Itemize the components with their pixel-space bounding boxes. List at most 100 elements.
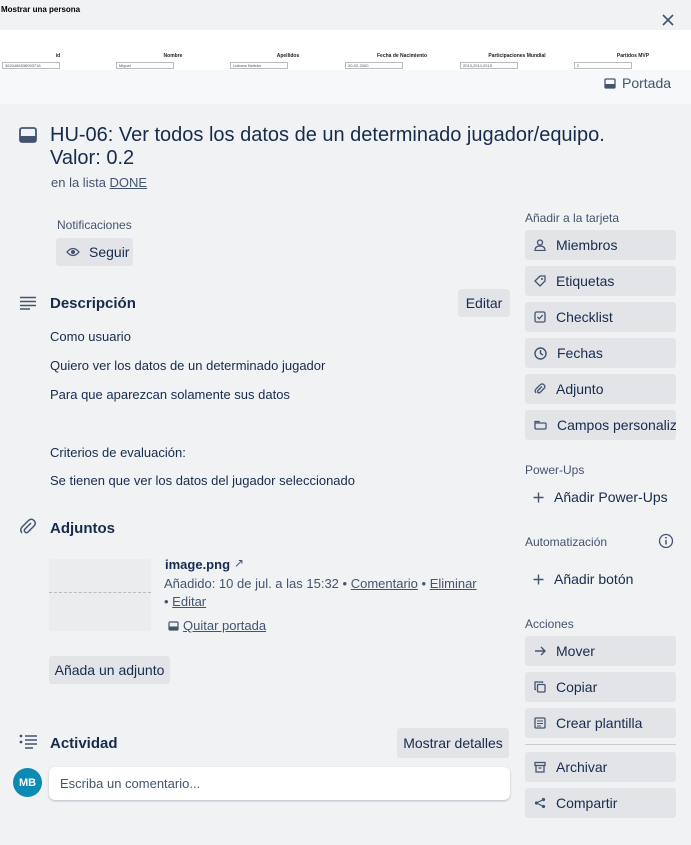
arrow-right-icon	[534, 646, 546, 656]
actions-label: Acciones	[525, 617, 574, 631]
add-button-button[interactable]: Añadir botón	[525, 564, 676, 594]
labels-button[interactable]: Etiquetas	[525, 266, 676, 296]
cover-cell-participaciones: 2013,2014,2015	[460, 62, 518, 69]
list-prefix: en la lista	[51, 175, 106, 190]
card-cover: Mostrar una persona id Nombre Apellidos …	[0, 0, 691, 104]
share-icon	[534, 797, 546, 809]
automation-label: Automatización	[525, 535, 608, 549]
cover-button-label: Portada	[622, 75, 672, 91]
add-to-card-label: Añadir a la tarjeta	[525, 211, 620, 225]
info-icon[interactable]	[658, 533, 674, 549]
custom-fields-icon	[534, 420, 547, 430]
cover-button[interactable]: Portada	[604, 72, 671, 94]
person-icon	[534, 239, 546, 251]
cover-col-id: id	[55, 53, 61, 59]
attachment-meta: Añadido: 10 de jul. a las 15:32 • Coment…	[164, 576, 477, 609]
labels-label: Etiquetas	[556, 273, 615, 289]
plus-icon	[533, 492, 544, 503]
cover-icon	[168, 620, 179, 631]
add-powerups-button[interactable]: Añadir Power-Ups	[525, 482, 676, 512]
list-info: en la lista DONE	[51, 175, 147, 190]
checklist-button[interactable]: Checklist	[525, 302, 676, 332]
archive-label: Archivar	[556, 759, 608, 775]
create-template-button[interactable]: Crear plantilla	[525, 708, 676, 738]
template-icon	[534, 717, 546, 729]
remove-cover-link[interactable]: Quitar portada	[168, 618, 266, 633]
cover-col-apellidos: Apellidos	[276, 53, 300, 59]
avatar[interactable]: MB	[13, 768, 42, 797]
card-title[interactable]: HU-06: Ver todos los datos de un determi…	[50, 124, 640, 170]
cover-strip	[0, 70, 691, 104]
plus-icon	[533, 574, 544, 585]
activity-heading: Actividad	[50, 735, 118, 752]
attachment-thumbnail[interactable]	[49, 559, 151, 631]
dates-button[interactable]: Fechas	[525, 338, 676, 368]
attachment-delete-link[interactable]: Eliminar	[430, 576, 477, 591]
add-powerups-label: Añadir Power-Ups	[554, 489, 668, 505]
notifications-label: Notificaciones	[57, 218, 132, 232]
eye-icon	[66, 247, 80, 257]
actions-divider	[525, 744, 676, 745]
card-icon	[19, 127, 37, 143]
cover-col-nombre: Nombre	[163, 53, 183, 59]
list-link[interactable]: DONE	[110, 175, 148, 190]
members-button[interactable]: Miembros	[525, 230, 676, 260]
copy-icon	[534, 681, 546, 693]
close-icon	[661, 13, 675, 27]
cover-col-participaciones: Participaciones Mundial	[488, 53, 546, 59]
description-line: Criterios de evaluación:	[50, 445, 186, 460]
copy-label: Copiar	[556, 679, 598, 695]
copy-button[interactable]: Copiar	[525, 672, 676, 702]
description-icon	[19, 296, 37, 310]
attachment-button[interactable]: Adjunto	[525, 374, 676, 404]
tag-icon	[534, 275, 546, 287]
cover-cell-id: 3620486536093716	[2, 62, 60, 69]
follow-label: Seguir	[89, 244, 130, 260]
attachment-name[interactable]: image.png	[165, 557, 230, 572]
custom-fields-button[interactable]: Campos personaliza...	[525, 410, 676, 440]
custom-fields-label: Campos personaliza...	[557, 417, 676, 433]
attachment-edit-link[interactable]: Editar	[172, 594, 206, 609]
show-details-label: Mostrar detalles	[403, 735, 503, 751]
checkbox-icon	[534, 311, 546, 323]
close-button[interactable]	[654, 6, 682, 34]
attachments-heading: Adjuntos	[50, 520, 115, 537]
attachment-label: Adjunto	[556, 381, 604, 397]
cover-cell-apellidos: Lizbano Beltrán	[230, 62, 288, 69]
archive-button[interactable]: Archivar	[525, 752, 676, 782]
checklist-label: Checklist	[556, 309, 613, 325]
paperclip-icon	[19, 518, 37, 536]
members-label: Miembros	[556, 237, 618, 253]
paperclip-icon	[534, 382, 546, 396]
description-line: Quiero ver los datos de un determinado j…	[50, 358, 326, 373]
archive-icon	[534, 761, 546, 773]
description-line: Se tienen que ver los datos del jugador …	[50, 473, 355, 488]
dates-label: Fechas	[557, 345, 603, 361]
description-line: Como usuario	[50, 329, 131, 344]
powerups-label: Power-Ups	[525, 463, 585, 477]
cover-col-mvp: Partidos MVP	[616, 53, 650, 59]
description-line: Para que aparezcan solamente sus datos	[50, 387, 290, 402]
remove-cover-label: Quitar portada	[183, 618, 267, 633]
move-label: Mover	[556, 643, 595, 659]
comment-placeholder: Escriba un comentario...	[60, 776, 201, 791]
external-link-icon[interactable]: ↗	[234, 556, 244, 570]
move-button[interactable]: Mover	[525, 636, 676, 666]
comment-input[interactable]: Escriba un comentario...	[49, 767, 510, 800]
activity-icon	[19, 734, 38, 750]
attachment-comment-link[interactable]: Comentario	[351, 576, 418, 591]
follow-button[interactable]: Seguir	[56, 238, 133, 266]
clock-icon	[534, 346, 547, 360]
cover-image: Mostrar una persona id Nombre Apellidos …	[0, 5, 691, 70]
share-label: Compartir	[556, 795, 618, 811]
edit-label: Editar	[465, 295, 503, 311]
cover-cell-mvp: 2	[574, 62, 632, 69]
share-button[interactable]: Compartir	[525, 788, 676, 818]
cover-cell-fecha: 20-02-2000	[345, 62, 403, 69]
edit-description-button[interactable]: Editar	[458, 289, 510, 317]
add-button-label: Añadir botón	[554, 571, 634, 587]
show-details-button[interactable]: Mostrar detalles	[397, 728, 509, 758]
attachment-added: Añadido: 10 de jul. a las 15:32	[164, 576, 339, 591]
add-attachment-button[interactable]: Añada un adjunto	[49, 656, 170, 684]
description-heading: Descripción	[50, 295, 136, 312]
